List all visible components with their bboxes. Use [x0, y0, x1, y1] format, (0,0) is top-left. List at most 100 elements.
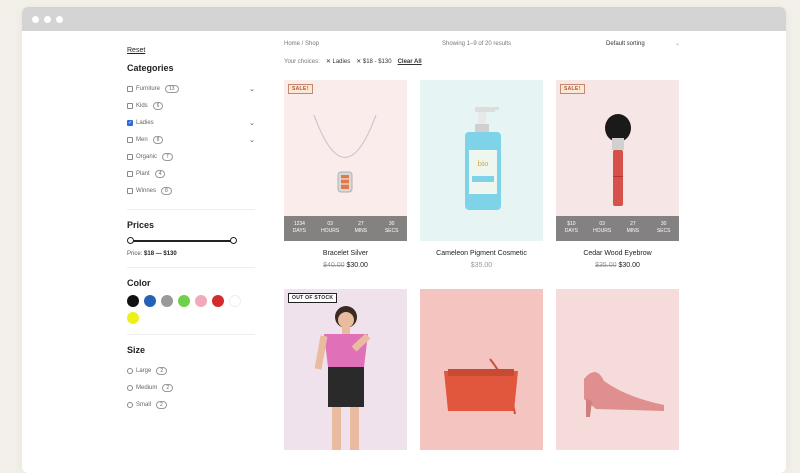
category-label: Men [136, 136, 148, 143]
size-option[interactable]: Small 2 [127, 396, 257, 413]
color-swatch[interactable] [229, 295, 241, 307]
reset-link[interactable]: Reset [127, 47, 145, 54]
countdown-value: 1234 [293, 221, 305, 227]
product-image[interactable]: SALE! $10 DAYS 03 HOURS 27 MINS 30 SECS [556, 80, 679, 241]
color-swatch[interactable] [212, 295, 224, 307]
categories-heading: Categories [127, 63, 174, 73]
size-label: Large [136, 367, 152, 374]
countdown-value: 03 [327, 221, 333, 227]
category-item[interactable]: Plant 4 [127, 165, 255, 182]
filter-chip-ladies[interactable]: ✕ Ladies [326, 58, 350, 65]
countdown-value: 27 [358, 221, 364, 227]
color-swatch[interactable] [127, 312, 139, 324]
product-image[interactable]: bio [420, 80, 543, 241]
breadcrumb[interactable]: Home / Shop [284, 41, 319, 47]
countdown-value: 27 [630, 221, 636, 227]
filter-chip-price[interactable]: ✕ $18 - $130 [356, 58, 391, 65]
sorting-value: Default sorting [606, 41, 645, 47]
product-image[interactable] [556, 289, 679, 450]
product-card[interactable]: SALE! $10 DAYS 03 HOURS 27 MINS 30 SECS Cedar Woo… [556, 80, 679, 269]
current-price: $35.00 [470, 262, 493, 269]
countdown-cell: 1234 DAYS [284, 216, 315, 241]
countdown-cell: 27 MINS [618, 216, 649, 241]
product-image[interactable]: SALE! 1234 DAYS 03 HOURS 27 MINS 30 SECS [284, 80, 407, 241]
divider [127, 334, 255, 335]
price-slider[interactable] [127, 237, 237, 245]
category-checkbox[interactable] [127, 136, 133, 143]
category-label: Kids [136, 102, 148, 109]
size-radio[interactable] [127, 401, 133, 408]
size-option[interactable]: Medium 2 [127, 379, 257, 396]
result-count: Showing 1–9 of 20 results [442, 41, 512, 47]
sorting-select[interactable]: Default sorting ⌄ [606, 41, 680, 47]
product-card[interactable]: SALE! 1234 DAYS 03 HOURS 27 MINS 30 SECS Bracelet… [284, 80, 407, 269]
chevron-down-icon[interactable]: ⌄ [249, 85, 255, 93]
category-item[interactable]: Winnes 8 [127, 182, 255, 199]
price-slider-track [129, 240, 235, 242]
product-image[interactable] [420, 289, 543, 450]
chevron-down-icon[interactable]: ⌄ [249, 136, 255, 144]
category-label: Furniture [136, 85, 161, 92]
category-item[interactable]: Organic 7 [127, 148, 255, 165]
size-label: Small [136, 401, 152, 408]
category-checkbox[interactable] [127, 153, 133, 160]
chevron-down-icon[interactable]: ⌄ [249, 119, 255, 127]
category-checkbox[interactable] [127, 187, 133, 194]
window-dot-icon[interactable] [44, 15, 51, 23]
product-card[interactable] [556, 289, 679, 450]
category-checkbox[interactable] [127, 170, 133, 177]
out-of-stock-badge: OUT OF STOCK [288, 293, 338, 303]
svg-text:bio: bio [478, 160, 489, 168]
color-swatch[interactable] [144, 295, 156, 307]
price-slider-min-handle[interactable] [127, 237, 134, 244]
color-swatch[interactable] [161, 295, 173, 307]
countdown-cell: $10 DAYS [556, 216, 587, 241]
size-radio[interactable] [127, 367, 133, 374]
size-list: Large 2 Medium 2 Small 2 [127, 362, 257, 413]
category-label: Plant [136, 170, 150, 177]
size-label: Medium [136, 384, 158, 391]
divider [127, 267, 255, 268]
product-name[interactable]: Bracelet Silver [284, 250, 407, 257]
product-name[interactable]: Cedar Wood Eyebrow [556, 250, 679, 257]
filter-sidebar: Reset Categories Furniture 13 ⌄ Kids 6 Ladies… [127, 39, 257, 413]
category-count-badge: 6 [152, 101, 164, 110]
product-card[interactable] [420, 289, 543, 450]
product-price: $35.00 [420, 262, 543, 269]
price-slider-max-handle[interactable] [230, 237, 237, 244]
countdown-unit: SECS [656, 228, 671, 234]
category-checkbox[interactable] [127, 102, 133, 109]
category-item[interactable]: Ladies ⌄ [127, 114, 255, 131]
category-label: Ladies [136, 119, 154, 126]
sale-badge: SALE! [560, 84, 585, 94]
size-option[interactable]: Large 2 [127, 362, 257, 379]
category-item[interactable]: Kids 6 [127, 97, 255, 114]
size-count-badge: 2 [162, 383, 174, 392]
category-item[interactable]: Furniture 13 ⌄ [127, 80, 255, 97]
product-card[interactable]: OUT OF STOCK [284, 289, 407, 450]
product-image[interactable]: OUT OF STOCK [284, 289, 407, 450]
category-count-badge: 13 [165, 84, 179, 93]
category-item[interactable]: Men 8 ⌄ [127, 131, 255, 148]
countdown-unit: HOURS [321, 228, 340, 234]
prices-heading: Prices [127, 220, 155, 230]
category-count-badge: 7 [162, 152, 173, 161]
color-swatch[interactable] [195, 295, 207, 307]
choices-label: Your choices: [284, 58, 320, 65]
old-price: $35.00 [595, 262, 617, 269]
category-checkbox[interactable] [127, 119, 133, 126]
size-heading: Size [127, 345, 146, 355]
clear-all-link[interactable]: Clear All [398, 59, 422, 65]
category-label: Organic [136, 153, 158, 160]
countdown-timer: $10 DAYS 03 HOURS 27 MINS 30 SECS [556, 216, 679, 241]
size-radio[interactable] [127, 384, 133, 391]
product-card[interactable]: bio Cameleon Pigment Cosmetic $35.00 [420, 80, 543, 269]
window-dot-icon[interactable] [32, 15, 39, 23]
color-swatch[interactable] [178, 295, 190, 307]
color-heading: Color [127, 278, 151, 288]
window-dot-icon[interactable] [56, 15, 63, 23]
category-checkbox[interactable] [127, 85, 133, 92]
color-swatch[interactable] [127, 295, 139, 307]
product-name[interactable]: Cameleon Pigment Cosmetic [420, 250, 543, 257]
product-price: $35.00 $30.00 [556, 262, 679, 269]
